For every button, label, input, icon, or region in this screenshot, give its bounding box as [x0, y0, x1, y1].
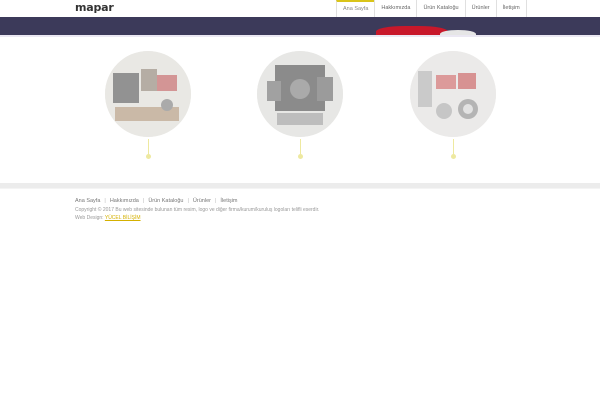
- footer-link-about[interactable]: Hakkımızda: [110, 198, 139, 204]
- main-nav: Ana Sayfa Hakkımızda Ürün Kataloğu Ürünl…: [336, 0, 527, 17]
- footer-nav: Ana Sayfa | Hakkımızda | Ürün Kataloğu |…: [75, 198, 238, 204]
- connector-dot: [451, 154, 456, 159]
- copyright-text: Copyright © 2017 Bu web sitesinde buluna…: [75, 207, 320, 213]
- nav-item-products[interactable]: Ürünler: [464, 0, 496, 17]
- hero-banner: [0, 17, 600, 35]
- web-design-label: Web Design:: [75, 215, 104, 221]
- product-image-parts-kit[interactable]: [105, 51, 191, 137]
- logo[interactable]: mapar: [75, 1, 114, 14]
- nav-item-about[interactable]: Hakkımızda: [374, 0, 416, 17]
- footer-link-catalog[interactable]: Ürün Kataloğu: [148, 198, 183, 204]
- footer-link-contact[interactable]: İletişim: [220, 198, 237, 204]
- banner-divider: [0, 35, 600, 37]
- product-circles: [0, 51, 600, 171]
- product-image-pistons[interactable]: [410, 51, 496, 137]
- footer-separator: |: [214, 198, 217, 204]
- footer-separator: |: [187, 198, 189, 204]
- footer-link-home[interactable]: Ana Sayfa: [75, 198, 100, 204]
- footer-link-products[interactable]: Ürünler: [193, 198, 211, 204]
- connector-dot: [298, 154, 303, 159]
- footer-divider-line: [0, 188, 600, 189]
- connector-dot: [146, 154, 151, 159]
- nav-item-catalog[interactable]: Ürün Kataloğu: [416, 0, 464, 17]
- header: mapar Ana Sayfa Hakkımızda Ürün Kataloğu…: [0, 0, 600, 17]
- product-image-engine[interactable]: [257, 51, 343, 137]
- footer-separator: |: [104, 198, 106, 204]
- banner-product-image: [376, 26, 448, 35]
- footer-separator: |: [142, 198, 145, 204]
- nav-item-home[interactable]: Ana Sayfa: [336, 0, 375, 17]
- web-design-credit: Web Design: YÜCEL BİLİŞİM: [75, 215, 141, 221]
- web-design-link[interactable]: YÜCEL BİLİŞİM: [105, 215, 141, 221]
- nav-item-contact[interactable]: İletişim: [495, 0, 527, 17]
